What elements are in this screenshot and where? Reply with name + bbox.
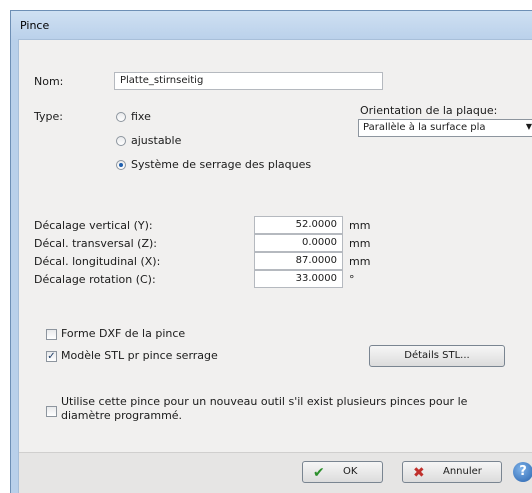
cancel-button[interactable]: ✖ Annuler (402, 461, 502, 483)
stl-model-label: Modèle STL pr pince serrage (61, 349, 218, 362)
help-icon[interactable]: ? (513, 462, 532, 482)
dxf-shape-checkbox[interactable] (46, 329, 57, 340)
type-label: Type: (34, 110, 63, 123)
radio-fixe-label: fixe (131, 110, 151, 123)
multi-clamp-label-line2: diamètre programmé. (61, 409, 183, 422)
orientation-label: Orientation de la plaque: (360, 104, 498, 117)
offset-label-z: Décal. transversal (Z): (34, 237, 158, 250)
button-bar: ✔ OK ✖ Annuler ? (19, 452, 532, 493)
offset-z-field[interactable]: 0.0000 (254, 234, 343, 252)
ok-button[interactable]: ✔ OK (302, 461, 383, 483)
dxf-shape-label: Forme DXF de la pince (61, 327, 186, 340)
radio-ajustable[interactable] (116, 136, 126, 146)
name-field[interactable]: Platte_stirnseitig (114, 72, 383, 90)
ok-label: OK (343, 466, 358, 477)
window-title: Pince (20, 19, 50, 32)
stl-model-checkbox[interactable]: ✓ (46, 351, 57, 362)
radio-plate-clamping[interactable] (116, 160, 126, 170)
stl-details-button[interactable]: Détails STL... (369, 345, 505, 367)
multi-clamp-checkbox[interactable] (46, 406, 57, 417)
chevron-down-icon: ▼ (525, 122, 532, 131)
offset-label-x: Décal. longitudinal (X): (34, 255, 161, 268)
offset-c-field[interactable]: 33.0000 (254, 270, 343, 288)
cancel-label: Annuler (443, 466, 482, 477)
offset-y-unit: mm (349, 219, 371, 232)
offset-label-c: Décalage rotation (C): (34, 273, 156, 286)
offset-y-field[interactable]: 52.0000 (254, 216, 343, 234)
radio-plate-clamping-label: Système de serrage des plaques (131, 158, 312, 171)
clamp-dialog: Pince Nom: Platte_stirnseitig Type: fixe… (10, 10, 532, 493)
orientation-select[interactable]: Parallèle à la surface pla ▼ (358, 119, 532, 137)
offset-z-unit: mm (349, 237, 371, 250)
radio-fixe[interactable] (116, 112, 126, 122)
radio-ajustable-label: ajustable (131, 134, 182, 147)
offset-label-y: Décalage vertical (Y): (34, 219, 153, 232)
multi-clamp-label-line1: Utilise cette pince pour un nouveau outi… (61, 395, 468, 408)
offset-c-unit: ° (349, 273, 355, 286)
cross-icon: ✖ (413, 465, 425, 481)
dialog-body: Nom: Platte_stirnseitig Type: fixe ajust… (18, 39, 532, 493)
offset-x-unit: mm (349, 255, 371, 268)
name-label: Nom: (34, 75, 64, 88)
orientation-selected-value: Parallèle à la surface pla (363, 122, 486, 133)
offset-x-field[interactable]: 87.0000 (254, 252, 343, 270)
checkmark-icon: ✔ (313, 465, 325, 481)
title-bar[interactable]: Pince (11, 11, 532, 39)
